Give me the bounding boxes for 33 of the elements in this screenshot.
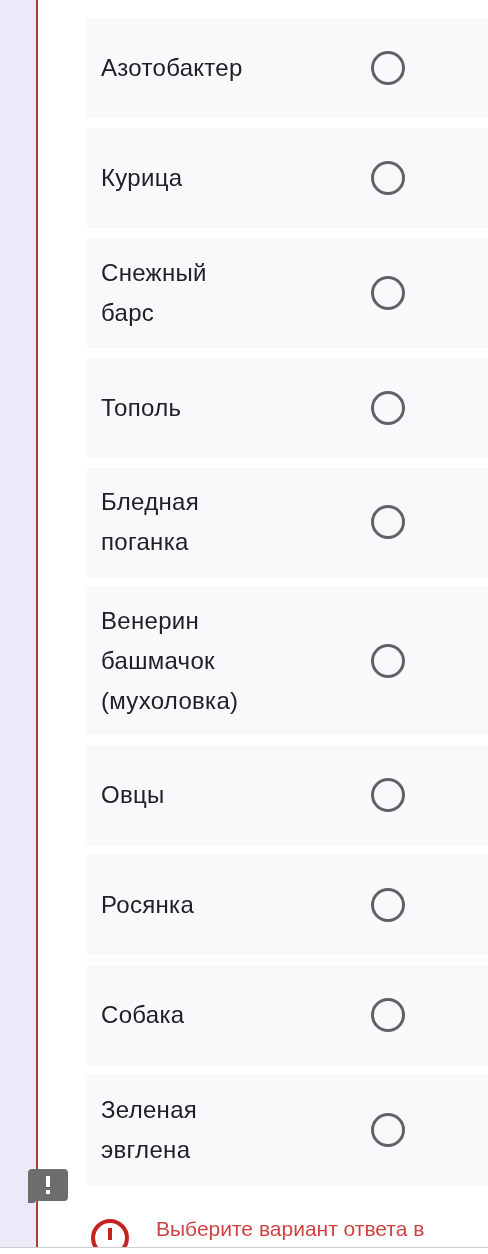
radio-button[interactable] xyxy=(371,644,405,679)
option-row[interactable]: Овцы xyxy=(86,745,488,846)
option-label: Зеленая эвглена xyxy=(101,1095,199,1166)
error-message: Выберите вариант ответа в xyxy=(156,1217,425,1241)
option-label: Бледная поганка xyxy=(101,487,200,558)
option-row[interactable]: Росянка xyxy=(86,855,488,956)
radio-button[interactable] xyxy=(371,161,405,195)
error-icon xyxy=(90,1217,130,1247)
option-row[interactable]: Собака xyxy=(86,965,488,1066)
radio-button[interactable] xyxy=(371,275,405,310)
feedback-icon[interactable] xyxy=(28,1169,68,1203)
option-label: Снежный барс xyxy=(101,257,208,328)
option-row[interactable]: Зеленая эвглена xyxy=(86,1075,488,1185)
option-row[interactable]: Азотобактер xyxy=(86,18,488,118)
option-row[interactable]: Снежный барс xyxy=(86,238,488,348)
radio-button[interactable] xyxy=(371,998,405,1033)
radio-button[interactable] xyxy=(371,51,405,85)
option-row[interactable]: Курица xyxy=(86,128,488,228)
option-label: Курица xyxy=(101,163,184,193)
option-label: Овцы xyxy=(101,780,166,811)
option-row[interactable]: Венерин башмачок (мухоловка) xyxy=(86,587,488,736)
option-row[interactable]: Бледная поганка xyxy=(86,467,488,578)
option-label: Венерин башмачок (мухоловка) xyxy=(101,606,240,717)
radio-button[interactable] xyxy=(371,1113,405,1148)
radio-button[interactable] xyxy=(371,888,405,923)
option-label: Собака xyxy=(101,1000,186,1031)
radio-button[interactable] xyxy=(371,778,405,813)
option-label: Азотобактер xyxy=(101,53,244,83)
option-label: Росянка xyxy=(101,890,196,921)
radio-button[interactable] xyxy=(371,390,405,425)
option-row[interactable]: Тополь xyxy=(86,357,488,458)
option-label: Тополь xyxy=(101,392,183,423)
radio-button[interactable] xyxy=(371,505,405,540)
